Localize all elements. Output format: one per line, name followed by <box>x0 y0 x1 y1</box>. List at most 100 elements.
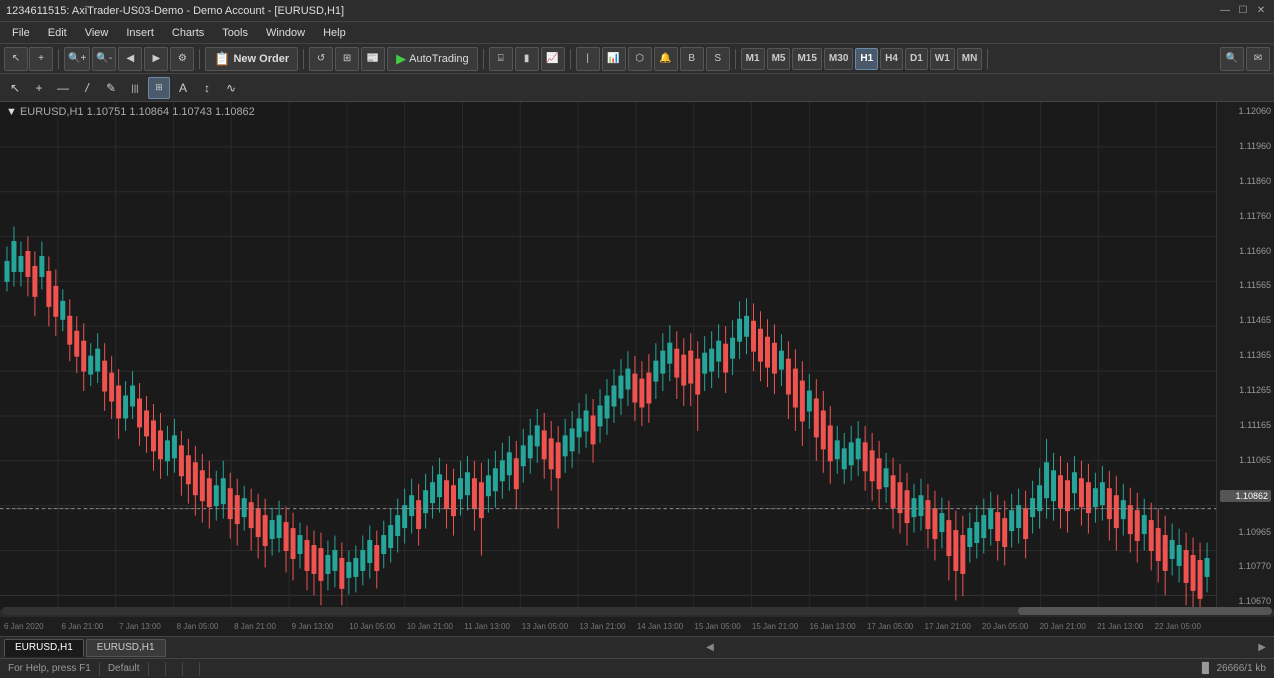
chart-scroll-left[interactable]: ◀ <box>118 47 142 71</box>
wave-tool[interactable]: ∿ <box>220 77 242 99</box>
bar-chart-button[interactable]: ⌸ <box>489 47 513 71</box>
time-label-11: 14 Jan 13:00 <box>637 622 695 631</box>
zoom-out-button[interactable]: 🔍- <box>92 47 116 71</box>
price-11: 1.11065 <box>1220 455 1271 465</box>
chart-ohlc: 1.10751 1.10864 1.10743 1.10862 <box>87 106 255 118</box>
scroll-track[interactable] <box>2 607 1272 615</box>
status-bar: For Help, press F1 Default ▐▌ 26666/1 kb <box>0 658 1274 678</box>
tab-scroll-left[interactable]: ◀ <box>702 642 718 653</box>
time-label-2: 7 Jan 13:00 <box>119 622 177 631</box>
price-scale[interactable]: 1.12060 1.11960 1.11860 1.11760 1.11660 … <box>1216 102 1274 610</box>
price-7: 1.11465 <box>1220 315 1271 325</box>
timeframe-h1[interactable]: H1 <box>855 48 878 70</box>
price-6: 1.11565 <box>1220 280 1271 290</box>
toolbar-separator-3 <box>303 49 304 69</box>
menu-file[interactable]: File <box>4 25 38 41</box>
timeframe-m30[interactable]: M30 <box>824 48 853 70</box>
search-button[interactable]: 🔍 <box>1220 47 1244 71</box>
window-title: 1234611515: AxiTrader-US03-Demo - Demo A… <box>6 5 344 17</box>
objects-button[interactable]: ⬡ <box>628 47 652 71</box>
chart-container: ▼ EURUSD,H1 1.10751 1.10864 1.10743 1.10… <box>0 102 1274 604</box>
alerts-button[interactable]: 🔔 <box>654 47 678 71</box>
price-4: 1.11760 <box>1220 211 1271 221</box>
time-label-10: 13 Jan 21:00 <box>579 622 637 631</box>
price-10: 1.11165 <box>1220 420 1271 430</box>
mail-button[interactable]: ✉ <box>1246 47 1270 71</box>
candle-chart-button[interactable]: ▮ <box>515 47 539 71</box>
sell-button[interactable]: S <box>706 47 730 71</box>
menu-insert[interactable]: Insert <box>118 25 162 41</box>
chart-properties[interactable]: ⚙ <box>170 47 194 71</box>
chart-scroll-right[interactable]: ▶ <box>144 47 168 71</box>
menu-tools[interactable]: Tools <box>214 25 256 41</box>
tab-scroll-right[interactable]: ▶ <box>1254 642 1270 653</box>
menu-edit[interactable]: Edit <box>40 25 75 41</box>
time-label-13: 15 Jan 21:00 <box>752 622 810 631</box>
profile-label: Default <box>108 663 140 674</box>
maximize-button[interactable]: ☐ <box>1236 4 1250 18</box>
price-2: 1.11960 <box>1220 141 1271 151</box>
fib-tool[interactable]: ||| <box>124 77 146 99</box>
chart-plot-area[interactable] <box>0 102 1216 610</box>
toolbar-separator-6 <box>735 49 736 69</box>
cursor-tool-button[interactable]: ↖ <box>4 47 28 71</box>
tab-eurusd-h1-2[interactable]: EURUSD,H1 <box>86 639 166 657</box>
timeframe-m15[interactable]: M15 <box>792 48 821 70</box>
price-8: 1.11365 <box>1220 350 1271 360</box>
timeframe-h4[interactable]: H4 <box>880 48 903 70</box>
terminal-button[interactable]: ⊞ <box>335 47 359 71</box>
indicator-button[interactable]: 📊 <box>602 47 626 71</box>
timeframe-m5[interactable]: M5 <box>767 48 791 70</box>
toolbar-separator-2 <box>199 49 200 69</box>
status-separator-3 <box>165 662 166 676</box>
time-label-0: 6 Jan 2020 <box>4 622 62 631</box>
buy-button[interactable]: B <box>680 47 704 71</box>
timeframe-w1[interactable]: W1 <box>930 48 955 70</box>
line-chart-button[interactable]: 📈 <box>541 47 565 71</box>
toolbar-separator-7 <box>987 49 988 69</box>
tab-eurusd-h1-1[interactable]: EURUSD,H1 <box>4 639 84 657</box>
price-1: 1.12060 <box>1220 106 1271 116</box>
timeframe-mn[interactable]: MN <box>957 48 983 70</box>
time-label-17: 20 Jan 05:00 <box>982 622 1040 631</box>
time-label-15: 17 Jan 05:00 <box>867 622 925 631</box>
pen-tool[interactable]: ✎ <box>100 77 122 99</box>
arrow-tool[interactable]: ↕ <box>196 77 218 99</box>
time-label-12: 15 Jan 05:00 <box>694 622 752 631</box>
period-sep-button[interactable]: | <box>576 47 600 71</box>
close-button[interactable]: ✕ <box>1254 4 1268 18</box>
new-order-button[interactable]: 📋 New Order <box>205 47 298 71</box>
menu-view[interactable]: View <box>77 25 117 41</box>
timeframe-m1[interactable]: M1 <box>741 48 765 70</box>
time-label-1: 6 Jan 21:00 <box>62 622 120 631</box>
minimize-button[interactable]: — <box>1218 4 1232 18</box>
crosshair-button[interactable]: + <box>29 47 53 71</box>
trendline-tool[interactable]: / <box>76 77 98 99</box>
time-label-5: 9 Jan 13:00 <box>292 622 350 631</box>
zoom-in-button[interactable]: 🔍+ <box>64 47 90 71</box>
objects-panel-tool[interactable]: ⊞ <box>148 77 170 99</box>
menu-help[interactable]: Help <box>315 25 354 41</box>
news-button[interactable]: 📰 <box>361 47 385 71</box>
chart-symbol: EURUSD,H1 <box>20 106 87 118</box>
price-9: 1.11265 <box>1220 385 1271 395</box>
menu-charts[interactable]: Charts <box>164 25 212 41</box>
crosshair-draw-tool[interactable]: + <box>28 77 50 99</box>
status-separator-4 <box>182 662 183 676</box>
autotrading-button[interactable]: ▶ AutoTrading <box>387 47 478 71</box>
history-button[interactable]: ↺ <box>309 47 333 71</box>
menu-window[interactable]: Window <box>258 25 313 41</box>
current-price: 1.10862 <box>1220 490 1271 502</box>
text-tool[interactable]: A <box>172 77 194 99</box>
scroll-thumb[interactable] <box>1018 607 1272 615</box>
window-controls: — ☐ ✕ <box>1218 4 1268 18</box>
menu-bar: File Edit View Insert Charts Tools Windo… <box>0 22 1274 44</box>
select-tool[interactable]: ↖ <box>4 77 26 99</box>
timeframe-d1[interactable]: D1 <box>905 48 928 70</box>
time-label-18: 20 Jan 21:00 <box>1040 622 1098 631</box>
time-label-20: 22 Jan 05:00 <box>1155 622 1213 631</box>
time-label-6: 10 Jan 05:00 <box>349 622 407 631</box>
price-5: 1.11660 <box>1220 246 1271 256</box>
status-separator-2 <box>148 662 149 676</box>
hline-tool[interactable]: — <box>52 77 74 99</box>
